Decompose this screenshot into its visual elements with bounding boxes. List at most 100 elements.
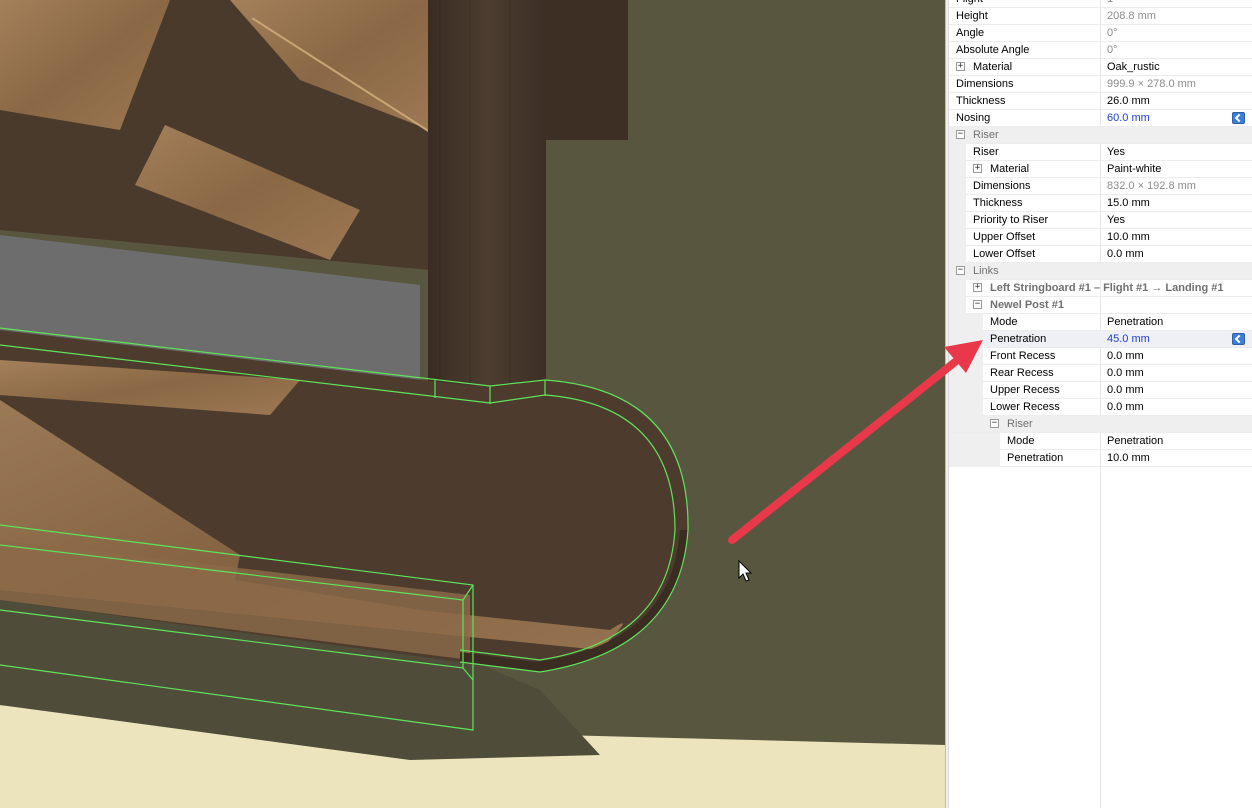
indent-gutter: [949, 348, 983, 365]
property-name: Lower Offset: [973, 248, 1036, 260]
property-row[interactable]: Absolute Angle 0°: [949, 42, 1252, 59]
property-name: Mode: [1007, 435, 1035, 447]
property-category[interactable]: − Riser: [949, 127, 1252, 144]
property-row[interactable]: Mode Penetration: [949, 433, 1252, 450]
property-row[interactable]: Priority to Riser Yes: [949, 212, 1252, 229]
property-name: Thickness: [956, 95, 1006, 107]
property-name: Material: [973, 61, 1013, 73]
property-name: Lower Recess: [990, 401, 1060, 413]
property-value[interactable]: 0.0 mm: [1107, 350, 1144, 362]
property-row[interactable]: Penetration 45.0 mm: [949, 331, 1252, 348]
indent-gutter: [949, 365, 983, 382]
property-row[interactable]: Nosing 60.0 mm: [949, 110, 1252, 127]
property-value[interactable]: Yes: [1107, 146, 1125, 158]
property-name: Thickness: [973, 197, 1023, 209]
property-value[interactable]: 0.0 mm: [1107, 384, 1144, 396]
property-value[interactable]: 0.0 mm: [1107, 401, 1144, 413]
property-name: Priority to Riser: [973, 214, 1049, 226]
property-row[interactable]: + Left Stringboard #1 – Flight #1 → Landi…: [949, 280, 1252, 297]
collapse-icon[interactable]: −: [973, 300, 982, 309]
property-value[interactable]: 0°: [1107, 44, 1118, 56]
property-name: Riser: [973, 146, 999, 158]
property-row[interactable]: Rear Recess 0.0 mm: [949, 365, 1252, 382]
property-value[interactable]: 10.0 mm: [1107, 452, 1150, 464]
property-row[interactable]: − Newel Post #1: [949, 297, 1252, 314]
indent-gutter: [949, 433, 1000, 450]
property-row[interactable]: + Material Oak_rustic: [949, 59, 1252, 76]
expand-icon[interactable]: +: [973, 164, 982, 173]
property-value[interactable]: 0°: [1107, 27, 1118, 39]
property-name: Material: [990, 163, 1030, 175]
property-name: Angle: [956, 27, 985, 39]
property-value[interactable]: Oak_rustic: [1107, 61, 1160, 73]
reset-default-icon[interactable]: [1232, 112, 1245, 124]
property-row[interactable]: Height 208.8 mm: [949, 8, 1252, 25]
property-row[interactable]: Upper Offset 10.0 mm: [949, 229, 1252, 246]
indent-gutter: [949, 450, 1000, 467]
property-value[interactable]: 26.0 mm: [1107, 95, 1150, 107]
property-name: Dimensions: [973, 180, 1031, 192]
indent-gutter: [949, 331, 983, 348]
collapse-icon[interactable]: −: [990, 419, 999, 428]
property-row[interactable]: Lower Recess 0.0 mm: [949, 399, 1252, 416]
property-value[interactable]: 0.0 mm: [1107, 367, 1144, 379]
staircase-3d-scene[interactable]: [0, 0, 945, 808]
property-value[interactable]: 208.8 mm: [1107, 10, 1156, 22]
property-name: Links: [973, 265, 999, 277]
property-name: Riser: [973, 129, 999, 141]
property-value[interactable]: 45.0 mm: [1107, 333, 1150, 345]
property-row[interactable]: Riser Yes: [949, 144, 1252, 161]
property-grid[interactable]: Flight1Height208.8 mmAngle0°Absolute Ang…: [949, 0, 1252, 808]
property-row[interactable]: Flight 1: [949, 0, 1252, 8]
property-row[interactable]: Angle 0°: [949, 25, 1252, 42]
property-row[interactable]: Lower Offset 0.0 mm: [949, 246, 1252, 263]
indent-gutter: [949, 229, 966, 246]
indent-gutter: [949, 280, 966, 297]
property-value[interactable]: 15.0 mm: [1107, 197, 1150, 209]
indent-gutter: [949, 161, 966, 178]
property-value[interactable]: 1: [1107, 0, 1113, 5]
indent-gutter: [949, 178, 966, 195]
property-name: Riser: [1007, 418, 1033, 430]
indent-gutter: [949, 144, 966, 161]
property-value[interactable]: Yes: [1107, 214, 1125, 226]
3d-viewport[interactable]: [0, 0, 945, 808]
collapse-icon[interactable]: −: [956, 130, 965, 139]
property-row[interactable]: Dimensions 999.9 × 278.0 mm: [949, 76, 1252, 93]
property-value[interactable]: 10.0 mm: [1107, 231, 1150, 243]
property-value[interactable]: Paint-white: [1107, 163, 1161, 175]
property-value[interactable]: 0.0 mm: [1107, 248, 1144, 260]
property-value[interactable]: 999.9 × 278.0 mm: [1107, 78, 1196, 90]
property-value[interactable]: Penetration: [1107, 435, 1163, 447]
expand-icon[interactable]: +: [956, 62, 965, 71]
property-row[interactable]: Front Recess 0.0 mm: [949, 348, 1252, 365]
indent-gutter: [949, 314, 983, 331]
property-value[interactable]: 60.0 mm: [1107, 112, 1150, 124]
indent-gutter: [949, 246, 966, 263]
property-row[interactable]: Thickness 26.0 mm: [949, 93, 1252, 110]
property-name: Mode: [990, 316, 1018, 328]
property-row[interactable]: Mode Penetration: [949, 314, 1252, 331]
property-row[interactable]: Dimensions 832.0 × 192.8 mm: [949, 178, 1252, 195]
property-name: Upper Recess: [990, 384, 1060, 396]
property-name: Rear Recess: [990, 367, 1054, 379]
property-value[interactable]: Penetration: [1107, 316, 1163, 328]
property-value[interactable]: 832.0 × 192.8 mm: [1107, 180, 1196, 192]
property-row[interactable]: Thickness 15.0 mm: [949, 195, 1252, 212]
reset-default-icon[interactable]: [1232, 333, 1245, 345]
property-row[interactable]: Upper Recess 0.0 mm: [949, 382, 1252, 399]
property-row[interactable]: + Material Paint-white: [949, 161, 1252, 178]
expand-icon[interactable]: +: [973, 283, 982, 292]
property-name: Flight: [956, 0, 983, 5]
property-name: Left Stringboard #1 – Flight #1 → Landin…: [990, 282, 1224, 294]
property-name: Penetration: [1007, 452, 1064, 464]
property-row[interactable]: Penetration 10.0 mm: [949, 450, 1252, 467]
property-name: Front Recess: [990, 350, 1056, 362]
property-category[interactable]: − Links: [949, 263, 1252, 280]
collapse-icon[interactable]: −: [956, 266, 965, 275]
indent-gutter: [949, 382, 983, 399]
property-name: Absolute Angle: [956, 44, 1030, 56]
indent-gutter: [949, 297, 966, 314]
indent-gutter: [949, 195, 966, 212]
property-category[interactable]: − Riser: [949, 416, 1252, 433]
